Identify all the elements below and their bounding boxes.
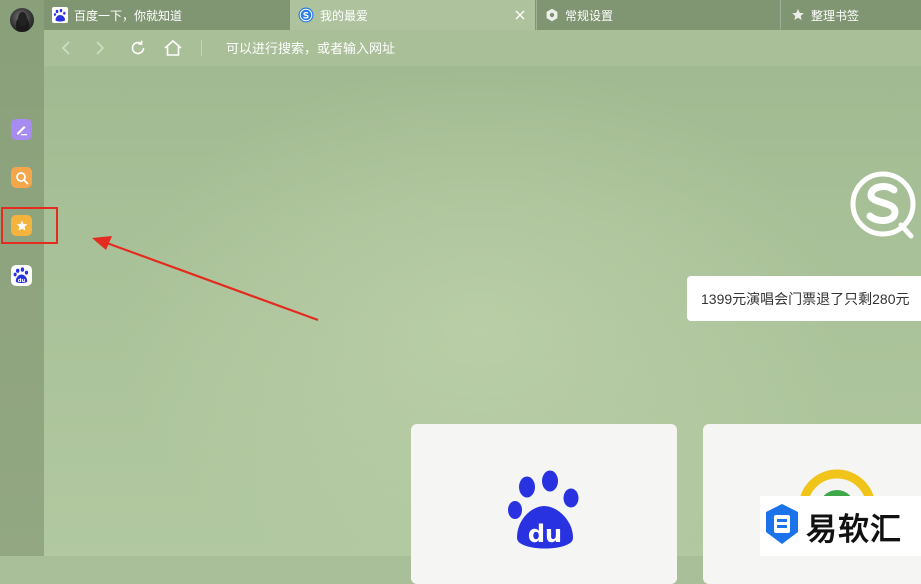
tab-label: 整理书签 (811, 8, 860, 23)
tab-organize-bookmarks[interactable]: 整理书签 (780, 0, 921, 30)
star-icon (791, 8, 805, 22)
tab-strip: 百度一下，你就知道 S 我的最爱 常规设置 整理书签 (44, 0, 921, 30)
forward-button[interactable] (90, 38, 110, 58)
tab-label: 我的最爱 (320, 8, 369, 23)
svg-text:du: du (528, 520, 562, 548)
search-icon (15, 171, 28, 184)
baidu-du-icon: du (507, 468, 581, 555)
sidebar-baidu-button[interactable]: du (11, 265, 32, 286)
navigation-toolbar (44, 30, 921, 66)
baidu-paw-icon: du (13, 267, 29, 284)
watermark-text: 易软汇 (806, 511, 902, 548)
tab-label: 百度一下，你就知道 (74, 8, 183, 23)
news-suggestion-text: 1399元演唱会门票退了只剩280元 (701, 290, 910, 307)
reload-button[interactable] (128, 38, 148, 58)
tab-label: 常规设置 (565, 8, 614, 23)
tab-general-settings[interactable]: 常规设置 (536, 0, 780, 30)
annotation-highlight-box (1, 207, 58, 244)
watermark-logo-icon (762, 502, 802, 551)
svg-text:S: S (303, 11, 309, 21)
gear-icon (545, 8, 559, 22)
sogou-icon: S (298, 7, 314, 23)
note-edit-icon (17, 126, 27, 136)
tab-baidu[interactable]: 百度一下，你就知道 (52, 0, 292, 30)
shortcut-tile-baidu[interactable]: du (411, 424, 677, 584)
watermark: 易软汇 (760, 496, 921, 556)
left-sidebar: du (0, 0, 44, 556)
reload-icon (131, 40, 145, 55)
toolbar-divider (201, 40, 202, 56)
address-bar-input[interactable] (220, 36, 732, 60)
chevron-right-icon (96, 41, 105, 55)
sogou-logo-icon (849, 170, 919, 240)
sidebar-note-button[interactable] (11, 119, 32, 140)
back-button[interactable] (56, 38, 76, 58)
home-button[interactable] (163, 38, 183, 58)
chevron-left-icon (61, 41, 70, 55)
close-icon[interactable] (513, 8, 527, 22)
tab-my-favorites[interactable]: S 我的最爱 (290, 0, 535, 30)
svg-text:du: du (18, 278, 26, 284)
user-avatar[interactable] (10, 8, 34, 32)
news-suggestion-box[interactable]: 1399元演唱会门票退了只剩280元 (687, 276, 921, 321)
baidu-paw-icon (52, 7, 68, 23)
sidebar-search-button[interactable] (11, 167, 32, 188)
home-icon (164, 39, 182, 56)
